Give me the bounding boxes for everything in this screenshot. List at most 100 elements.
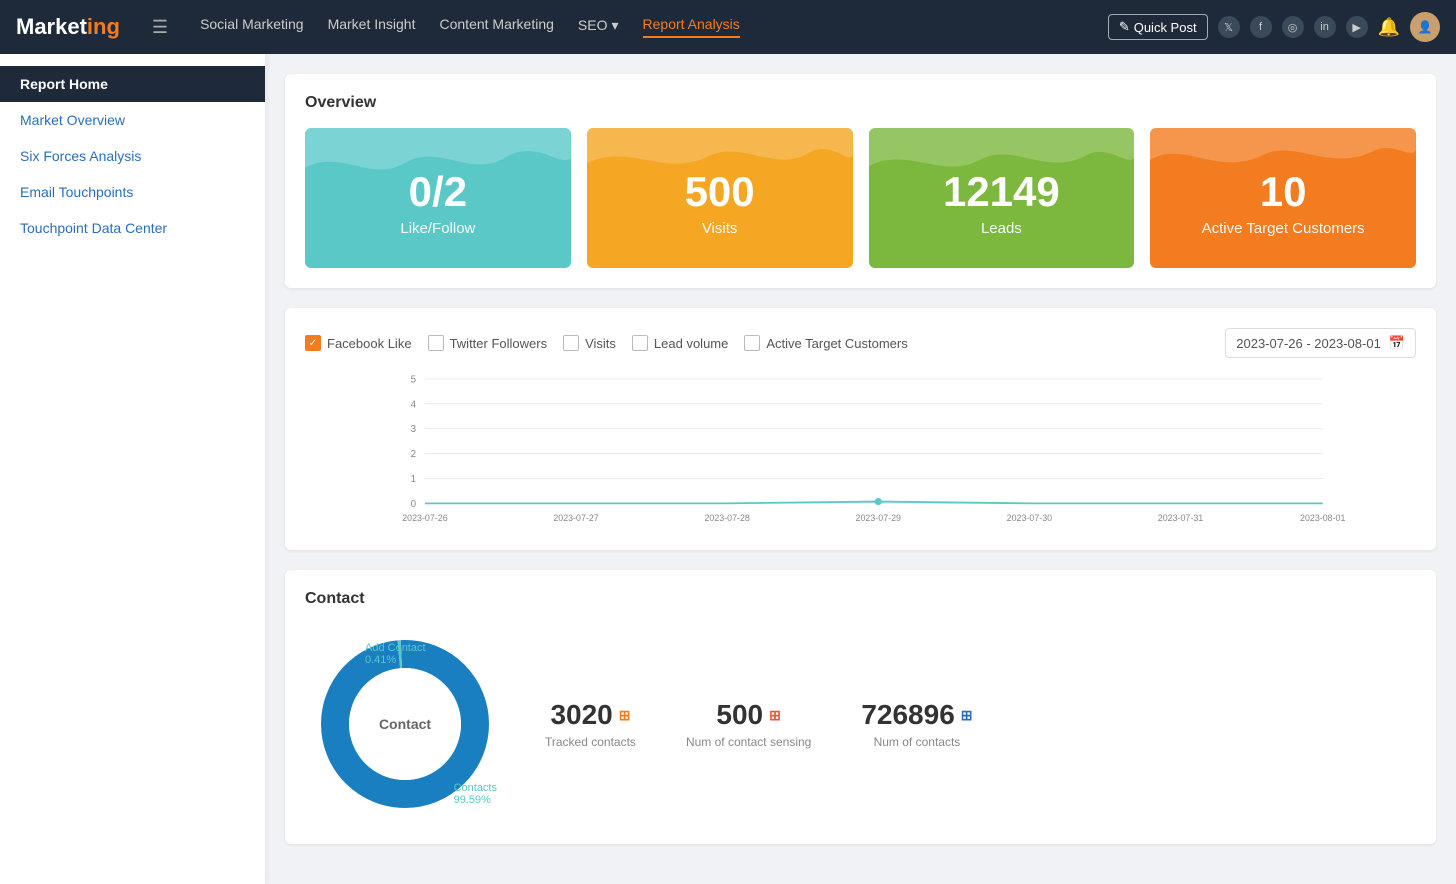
checkbox-active-customers[interactable] xyxy=(744,335,760,351)
nav-social-marketing[interactable]: Social Marketing xyxy=(200,16,304,38)
tracked-contacts-label: Tracked contacts xyxy=(545,735,636,749)
stat-card-active-customers: 10 Active Target Customers xyxy=(1150,128,1416,268)
contact-title: Contact xyxy=(305,590,1416,608)
main-layout: Report Home Market Overview Six Forces A… xyxy=(0,54,1456,884)
app-logo: Marketing xyxy=(16,14,120,40)
logo-highlight: ing xyxy=(87,14,120,39)
chart-area: 5 4 3 2 1 0 2023-07-26 2023-07-27 2023-0… xyxy=(305,370,1416,530)
nav-market-insight[interactable]: Market Insight xyxy=(328,16,416,38)
chart-filters-row: Facebook Like Twitter Followers Visits L… xyxy=(305,328,1416,358)
svg-text:0: 0 xyxy=(411,499,417,510)
filter-label-active-customers: Active Target Customers xyxy=(766,336,907,351)
contacts-pct: 99.59% xyxy=(454,794,497,806)
nav-seo[interactable]: SEO ▾ xyxy=(578,16,619,38)
stat-number-visits: 500 xyxy=(685,169,755,215)
main-content: Overview 0/2 Like/Follow xyxy=(265,54,1456,884)
checkbox-lead-volume[interactable] xyxy=(632,335,648,351)
stat-label-leads: Leads xyxy=(981,220,1022,237)
svg-text:5: 5 xyxy=(411,374,417,385)
checkbox-visits[interactable] xyxy=(563,335,579,351)
svg-text:4: 4 xyxy=(411,399,417,410)
stat-card-visits: 500 Visits xyxy=(587,128,853,268)
date-range-value: 2023-07-26 - 2023-08-01 xyxy=(1236,336,1381,351)
add-contact-label: Add Contact xyxy=(365,642,426,654)
stat-card-like-follow-content: 0/2 Like/Follow xyxy=(305,128,571,248)
checkbox-twitter-followers[interactable] xyxy=(428,335,444,351)
stat-card-leads-content: 12149 Leads xyxy=(869,128,1135,248)
hamburger-menu[interactable]: ☰ xyxy=(152,17,168,38)
stat-card-leads: 12149 Leads xyxy=(869,128,1135,268)
sidebar-item-email-touchpoints[interactable]: Email Touchpoints xyxy=(0,174,265,210)
nav-content-marketing[interactable]: Content Marketing xyxy=(440,16,554,38)
sensing-label: Num of contact sensing xyxy=(686,735,811,749)
contact-stat-sensing: 500 ⊞ Num of contact sensing xyxy=(686,699,811,749)
filter-label-lead-volume: Lead volume xyxy=(654,336,728,351)
svg-text:2023-07-27: 2023-07-27 xyxy=(553,513,598,523)
nav-right: ✎ Quick Post 𝕏 f ◎ in ▶ 🔔 👤 xyxy=(1108,12,1440,42)
num-contacts-label: Num of contacts xyxy=(861,735,972,749)
checkbox-facebook-like[interactable] xyxy=(305,335,321,351)
overview-section: Overview 0/2 Like/Follow xyxy=(285,74,1436,288)
svg-text:2023-07-28: 2023-07-28 xyxy=(704,513,749,523)
filter-facebook-like[interactable]: Facebook Like xyxy=(305,335,412,351)
svg-text:2023-07-30: 2023-07-30 xyxy=(1007,513,1052,523)
filter-label-twitter-followers: Twitter Followers xyxy=(450,336,548,351)
grid-icon-contacts: ⊞ xyxy=(961,707,973,724)
filter-twitter-followers[interactable]: Twitter Followers xyxy=(428,335,548,351)
tracked-contacts-number: 3020 ⊞ xyxy=(545,699,636,731)
twitter-nav-icon[interactable]: 𝕏 xyxy=(1218,16,1240,38)
contact-section: Contact Contact Add Contact xyxy=(285,570,1436,844)
contact-stat-tracked: 3020 ⊞ Tracked contacts xyxy=(545,699,636,749)
stat-label-visits: Visits xyxy=(702,220,738,237)
donut-center-label: Contact xyxy=(379,716,431,732)
sensing-number: 500 ⊞ xyxy=(686,699,811,731)
youtube-nav-icon[interactable]: ▶ xyxy=(1346,16,1368,38)
svg-text:2023-08-01: 2023-08-01 xyxy=(1300,513,1345,523)
contact-stats: 3020 ⊞ Tracked contacts 500 ⊞ Num of con… xyxy=(545,699,973,749)
linkedin-nav-icon[interactable]: in xyxy=(1314,16,1336,38)
stat-label-like-follow: Like/Follow xyxy=(400,220,475,237)
contacts-label: Contacts xyxy=(454,782,497,794)
stat-label-active-customers: Active Target Customers xyxy=(1202,220,1365,237)
nav-links: Social Marketing Market Insight Content … xyxy=(200,16,1084,38)
svg-text:2023-07-26: 2023-07-26 xyxy=(402,513,447,523)
filter-active-customers[interactable]: Active Target Customers xyxy=(744,335,907,351)
notification-bell[interactable]: 🔔 xyxy=(1378,17,1400,38)
nav-report-analysis[interactable]: Report Analysis xyxy=(643,16,740,38)
stat-card-active-customers-content: 10 Active Target Customers xyxy=(1150,128,1416,248)
quick-post-button[interactable]: ✎ Quick Post xyxy=(1108,14,1208,40)
donut-annotation-add-contact: Add Contact 0.41% xyxy=(365,642,426,666)
donut-chart-container: Contact Add Contact 0.41% Contacts 99.59… xyxy=(305,624,505,824)
sidebar-item-report-home[interactable]: Report Home xyxy=(0,66,265,102)
stat-number-like-follow: 0/2 xyxy=(409,169,467,215)
filter-visits[interactable]: Visits xyxy=(563,335,616,351)
sidebar-item-market-overview[interactable]: Market Overview xyxy=(0,102,265,138)
contact-content: Contact Add Contact 0.41% Contacts 99.59… xyxy=(305,624,1416,824)
calendar-icon: 📅 xyxy=(1389,335,1405,351)
svg-text:1: 1 xyxy=(411,474,416,485)
grid-icon-tracked: ⊞ xyxy=(619,707,631,724)
grid-icon-sensing: ⊞ xyxy=(769,707,781,724)
sidebar-item-six-forces[interactable]: Six Forces Analysis xyxy=(0,138,265,174)
top-navigation: Marketing ☰ Social Marketing Market Insi… xyxy=(0,0,1456,54)
sidebar-item-touchpoint-data[interactable]: Touchpoint Data Center xyxy=(0,210,265,246)
chart-section: Facebook Like Twitter Followers Visits L… xyxy=(285,308,1436,550)
donut-annotation-contacts: Contacts 99.59% xyxy=(454,782,497,806)
instagram-nav-icon[interactable]: ◎ xyxy=(1282,16,1304,38)
user-avatar[interactable]: 👤 xyxy=(1410,12,1440,42)
svg-text:2023-07-31: 2023-07-31 xyxy=(1158,513,1203,523)
add-contact-pct: 0.41% xyxy=(365,654,426,666)
filter-label-facebook-like: Facebook Like xyxy=(327,336,412,351)
num-contacts-number: 726896 ⊞ xyxy=(861,699,972,731)
svg-text:2023-07-29: 2023-07-29 xyxy=(856,513,901,523)
line-chart-svg: 5 4 3 2 1 0 2023-07-26 2023-07-27 2023-0… xyxy=(305,370,1416,530)
svg-text:3: 3 xyxy=(411,424,416,435)
facebook-nav-icon[interactable]: f xyxy=(1250,16,1272,38)
date-range-picker[interactable]: 2023-07-26 - 2023-08-01 📅 xyxy=(1225,328,1416,358)
filter-label-visits: Visits xyxy=(585,336,616,351)
stat-card-visits-content: 500 Visits xyxy=(587,128,853,248)
stat-number-leads: 12149 xyxy=(943,169,1060,215)
contact-stat-num-contacts: 726896 ⊞ Num of contacts xyxy=(861,699,972,749)
stat-number-active-customers: 10 xyxy=(1260,169,1307,215)
filter-lead-volume[interactable]: Lead volume xyxy=(632,335,728,351)
